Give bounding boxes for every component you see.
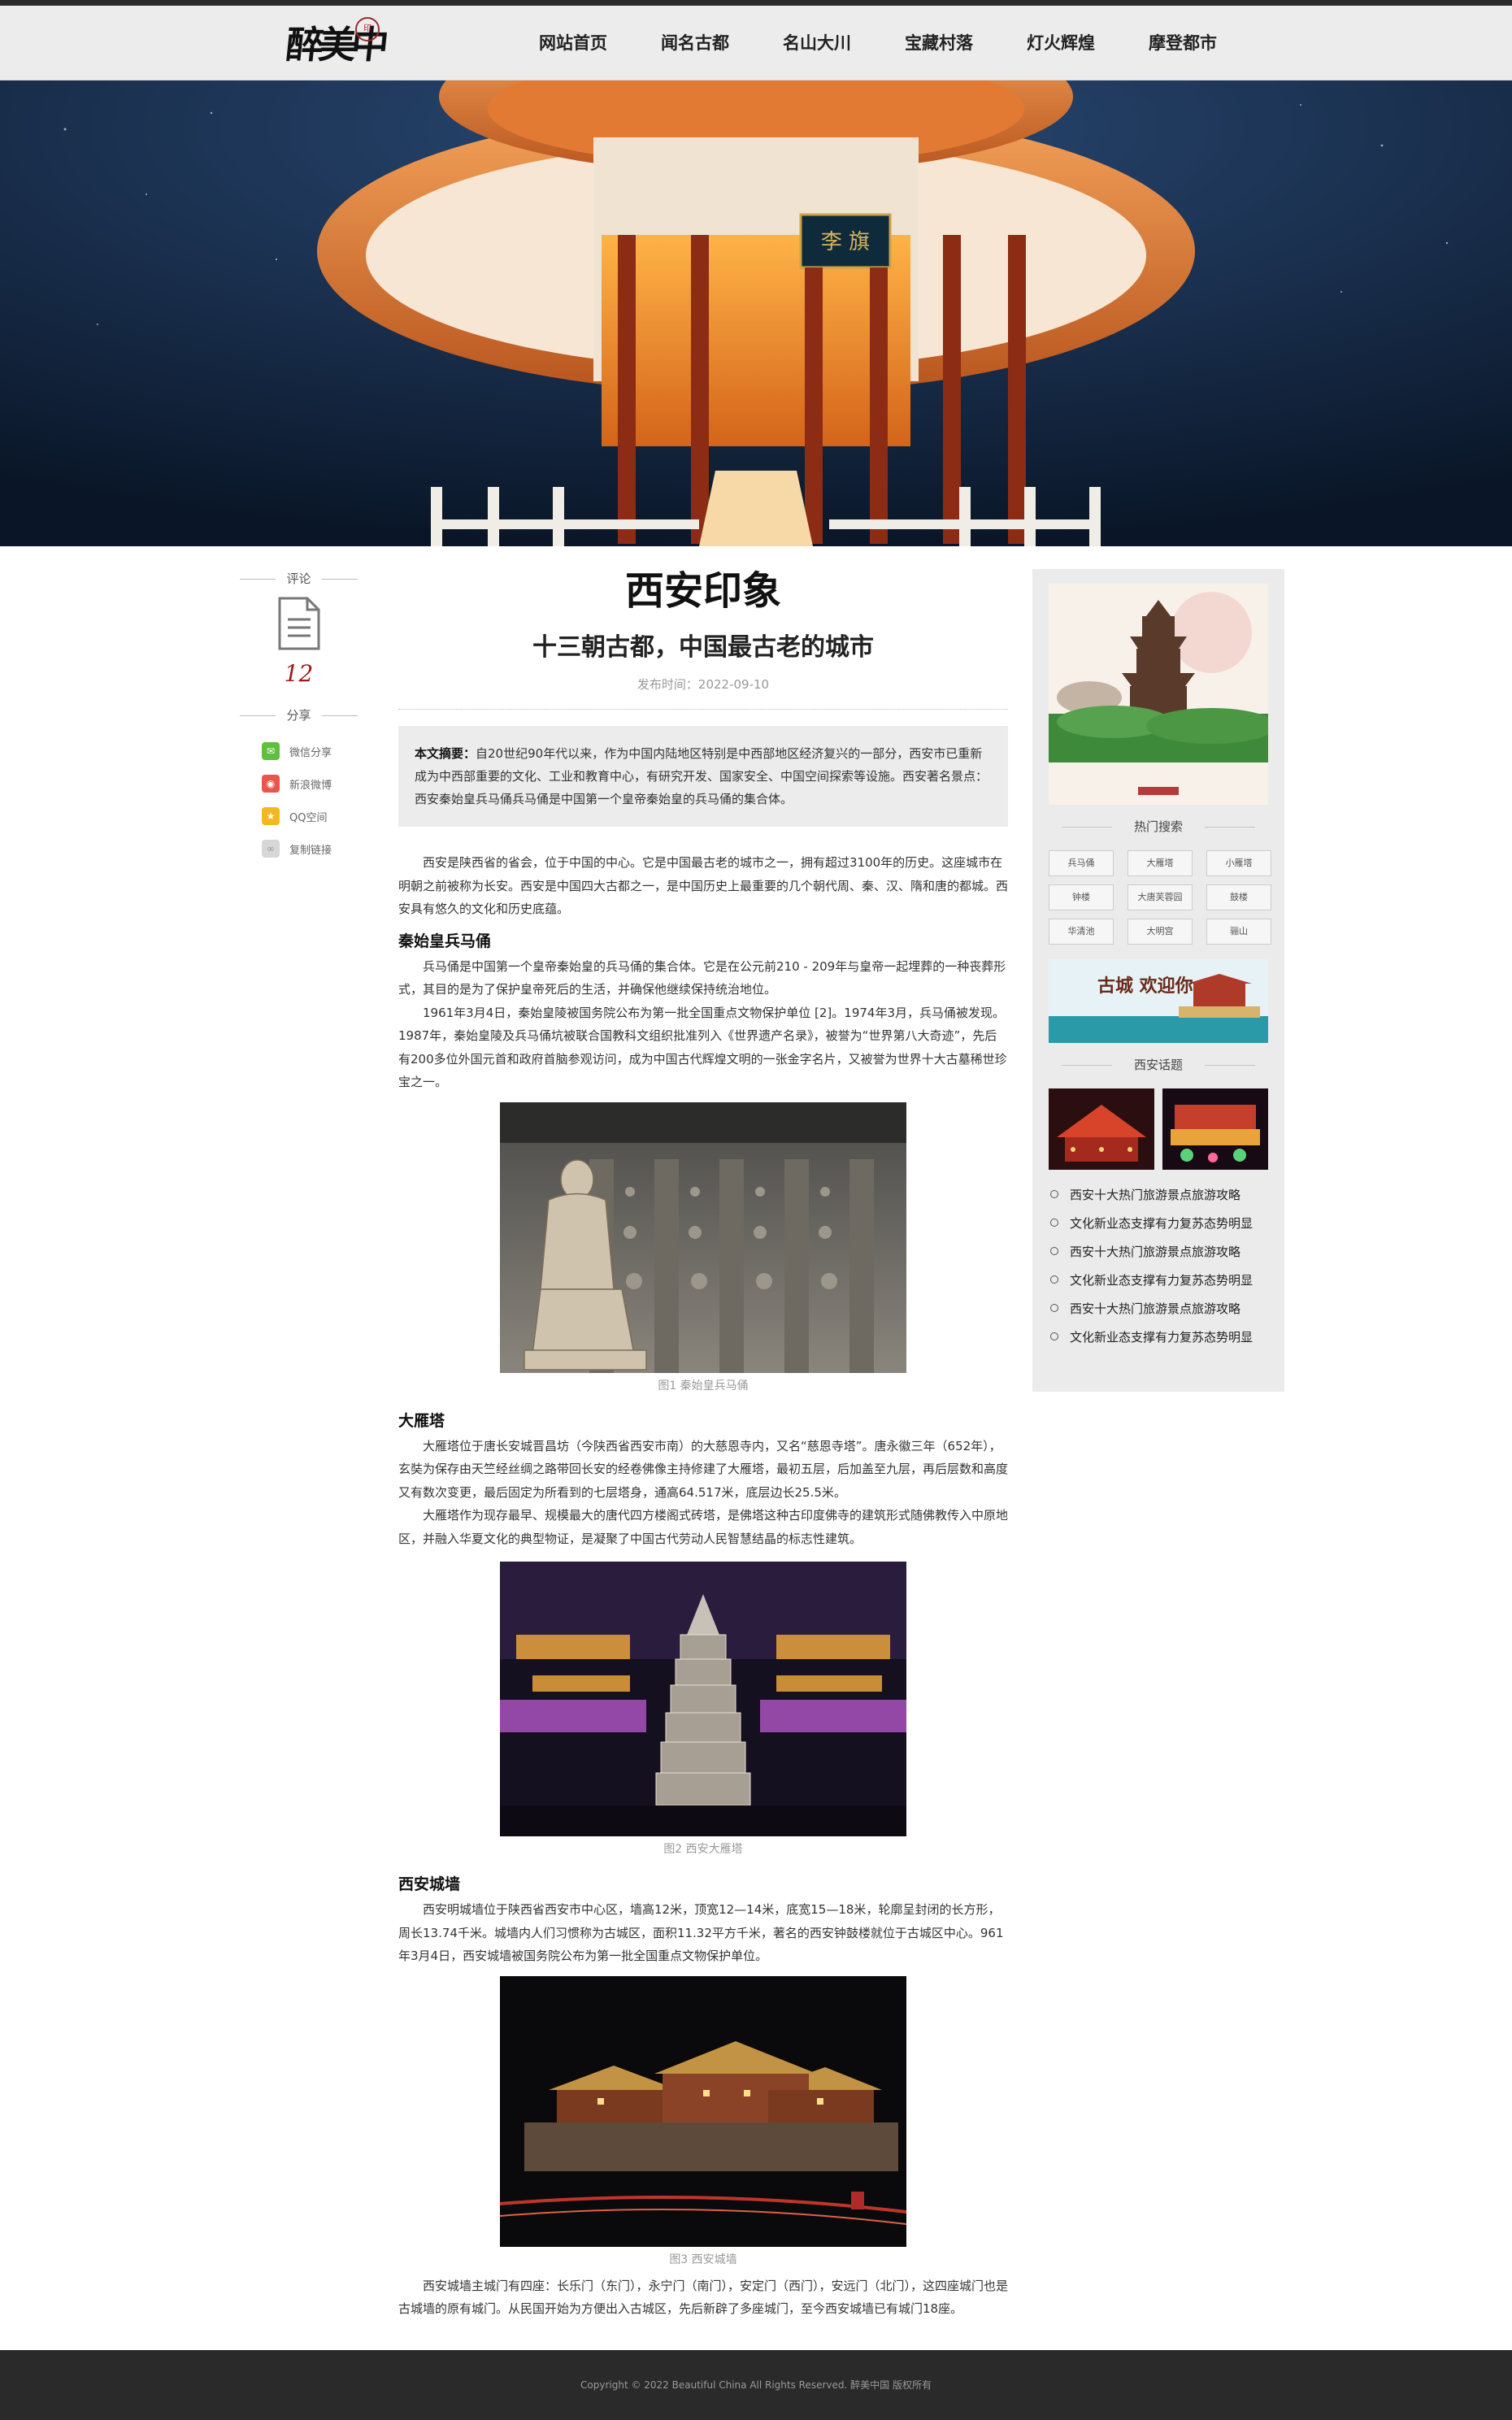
share-list: ✉ 微信分享 ◉ 新浪微博 ★ QQ空间 ∞ 复制链接 (240, 735, 358, 865)
hero-sign-text: 李 旗 (821, 230, 870, 254)
summary-text: 自20世纪90年代以来，作为中国内陆地区特别是中西部地区经济复兴的一部分，西安市… (415, 746, 988, 806)
city-wall-paragraph-1: 西安明城墙位于陕西省西安市中心区，墙高12米，顶宽12—14米，底宽15—18米… (398, 1902, 1004, 1963)
sidebar-poster[interactable] (1049, 584, 1268, 805)
nav-item-lights[interactable]: 灯火辉煌 (1000, 6, 1122, 80)
nav-item-ancient-capitals[interactable]: 闻名古都 (634, 6, 756, 80)
nav-item-home[interactable]: 网站首页 (512, 6, 634, 80)
copyright-text: Copyright © 2022 Beautiful China All Rig… (580, 2379, 932, 2391)
city-wall-paragraph-2: 西安城墙主城门有四座：长乐门（东门），永宁门（南门），安定门（西门），安远门（北… (398, 2278, 1009, 2317)
topic-list: 西安十大热门旅游景点旅游攻略 文化新业态支撑有力复苏态势明显 西安十大热门旅游景… (1049, 1181, 1268, 1352)
share-qzone-label: QQ空间 (289, 811, 328, 824)
share-weibo-label: 新浪微博 (289, 779, 332, 792)
tag-tang-paradise[interactable]: 大唐芙蓉园 (1127, 884, 1193, 910)
tag-drum-tower[interactable]: 鼓楼 (1206, 884, 1271, 910)
terracotta-paragraph-2: 1961年3月4日，秦始皇陵被国务院公布为第一批全国重点文物保护单位 [2]。1… (398, 1005, 1007, 1090)
topic-link-2[interactable]: 文化新业态支撑有力复苏态势明显 (1050, 1210, 1268, 1238)
hot-search-title: 热门搜索 (1049, 813, 1268, 841)
topic-link-4[interactable]: 文化新业态支撑有力复苏态势明显 (1050, 1266, 1268, 1295)
pagoda-paragraph-1: 大雁塔位于唐长安城晋昌坊（今陕西省西安市南）的大慈恩寺内，又名“慈恩寺塔”。唐永… (398, 1438, 1009, 1500)
sidebar-welcome-banner[interactable]: 古城 欢迎你 (1049, 959, 1268, 1043)
summary-label: 本文摘要： (415, 746, 476, 761)
figure-pagoda: 图2 西安大雁塔 (500, 1562, 906, 1864)
tag-small-goose-pagoda[interactable]: 小雁塔 (1206, 850, 1271, 876)
topic-link-3[interactable]: 西安十大热门旅游景点旅游攻略 (1050, 1238, 1268, 1266)
nav-item-villages[interactable]: 宝藏村落 (878, 6, 1000, 80)
share-copy-label: 复制链接 (289, 844, 332, 857)
tag-daming-palace[interactable]: 大明宫 (1127, 919, 1193, 945)
topic-link-1[interactable]: 西安十大热门旅游景点旅游攻略 (1050, 1181, 1268, 1210)
logo-seal: 印 (355, 17, 380, 41)
wechat-icon: ✉ (262, 742, 280, 760)
hero-banner: 李 旗 (0, 80, 1512, 546)
site-footer: Copyright © 2022 Beautiful China All Rig… (0, 2350, 1512, 2420)
pagoda-paragraph-2: 大雁塔作为现存最早、规模最大的唐代四方楼阁式砖塔，是佛塔这种古印度佛寺的建筑形式… (398, 1508, 1009, 1546)
share-qzone[interactable]: ★ QQ空间 (240, 800, 358, 832)
top-strip (0, 0, 1512, 6)
terracotta-paragraph-1: 兵马俑是中国第一个皇帝秦始皇的兵马俑的集合体。它是在公元前210 - 209年与… (398, 958, 1006, 997)
topic-link-6[interactable]: 文化新业态支撑有力复苏态势明显 (1050, 1323, 1268, 1352)
share-weibo[interactable]: ◉ 新浪微博 (240, 767, 358, 800)
city-wall-image (500, 1975, 906, 2247)
share-label: 分享 (240, 706, 358, 725)
tag-lishan[interactable]: 骊山 (1206, 919, 1271, 945)
article-subtitle: 十三朝古都，中国最古老的城市 (532, 633, 874, 662)
tag-terracotta[interactable]: 兵马俑 (1049, 850, 1114, 876)
intro-paragraph: 西安是陕西省的省会，位于中国的中心。它是中国最古老的城市之一，拥有超过3100年… (398, 855, 1009, 916)
terracotta-image (500, 1101, 906, 1373)
qzone-star-icon: ★ (262, 807, 280, 825)
tag-big-goose-pagoda[interactable]: 大雁塔 (1127, 850, 1193, 876)
share-copy-link[interactable]: ∞ 复制链接 (240, 832, 358, 865)
topic-title: 西安话题 (1049, 1051, 1268, 1079)
site-header: 醉美中國 印 网站首页 闻名古都 名山大川 宝藏村落 灯火辉煌 摩登都市 (0, 6, 1512, 120)
section-heading-wild-goose-pagoda: 大雁塔 (398, 1411, 445, 1430)
left-rail: 评论 12 分享 ✉ 微信分享 ◉ 新浪微博 ★ QQ空间 ∞ 复制链接 (240, 569, 358, 865)
section-heading-terracotta: 秦始皇兵马俑 (398, 932, 492, 950)
article-summary: 本文摘要：自20世纪90年代以来，作为中国内陆地区特别是中西部地区经济复兴的一部… (398, 726, 1008, 827)
right-sidebar: 热门搜索 兵马俑 大雁塔 小雁塔 钟楼 大唐芙蓉园 鼓楼 华清池 大明宫 骊山 … (1032, 569, 1284, 1392)
comment-label: 评论 (240, 569, 358, 589)
hot-search-tags: 兵马俑 大雁塔 小雁塔 钟楼 大唐芙蓉园 鼓楼 华清池 大明宫 骊山 (1049, 850, 1271, 945)
topic-link-5[interactable]: 西安十大热门旅游景点旅游攻略 (1050, 1295, 1268, 1323)
tag-huaqing-pool[interactable]: 华清池 (1049, 919, 1114, 945)
document-icon[interactable] (275, 595, 324, 652)
link-icon: ∞ (262, 840, 280, 858)
main-nav: 网站首页 闻名古都 名山大川 宝藏村落 灯火辉煌 摩登都市 (512, 6, 1244, 80)
nav-item-mountains-rivers[interactable]: 名山大川 (756, 6, 878, 80)
nav-item-modern-cities[interactable]: 摩登都市 (1122, 6, 1244, 80)
figure-1-caption: 图1 秦始皇兵马俑 (658, 1379, 749, 1392)
share-wechat[interactable]: ✉ 微信分享 (240, 735, 358, 767)
pagoda-image (500, 1562, 906, 1836)
tag-bell-tower[interactable]: 钟楼 (1049, 884, 1114, 910)
share-wechat-label: 微信分享 (289, 746, 332, 759)
figure-2-caption: 图2 西安大雁塔 (663, 1843, 743, 1856)
article: 西安印象 十三朝古都，中国最古老的城市 发布时间：2022-09-10 本文摘要… (398, 561, 1008, 2321)
article-title: 西安印象 (624, 568, 781, 614)
weibo-icon: ◉ (262, 775, 280, 793)
figure-3-caption: 图3 西安城墙 (669, 2253, 737, 2266)
topic-thumb-1[interactable] (1049, 1088, 1154, 1170)
banner-text: 古城 欢迎你 (1097, 975, 1193, 997)
comment-count: 12 (284, 660, 314, 687)
section-heading-city-wall: 西安城墙 (398, 1875, 461, 1893)
topic-thumb-2[interactable] (1162, 1088, 1268, 1170)
site-logo[interactable]: 醉美中國 印 (278, 12, 386, 120)
figure-terracotta: 图1 秦始皇兵马俑 (500, 1101, 906, 1401)
publish-date: 发布时间：2022-09-10 (398, 676, 1008, 710)
topic-thumbnails (1049, 1088, 1268, 1170)
hero-pavilion-illustration: 李 旗 (0, 80, 1512, 546)
figure-city-wall: 图3 西安城墙 (500, 1975, 906, 2274)
